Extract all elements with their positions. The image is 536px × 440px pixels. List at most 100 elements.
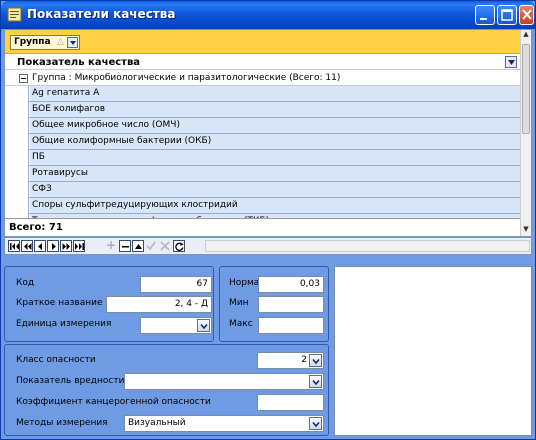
total-count: Всего: 71 — [9, 222, 63, 233]
table-row[interactable]: Общее микробное число (ОМЧ) — [5, 118, 521, 134]
delete-button[interactable] — [119, 240, 131, 252]
unit-select[interactable] — [140, 317, 212, 334]
row-cell: Ротавирусы — [30, 166, 521, 181]
hazard-class-value: 2 — [301, 355, 307, 365]
table-row[interactable]: СФЗ — [5, 182, 521, 198]
table-row[interactable]: Общие колиформные бактерии (ОКБ) — [5, 134, 521, 150]
close-button[interactable] — [519, 5, 534, 25]
hazard-class-select[interactable]: 2 — [257, 352, 324, 369]
grid-footer: Всего: 71 — [5, 218, 521, 236]
methods-value: Визуальный — [128, 418, 186, 428]
hazard-class-label: Класс опасности — [16, 355, 96, 365]
first-page-button[interactable] — [8, 240, 20, 252]
unit-label: Единица измерения — [16, 319, 112, 329]
next-record-icon — [52, 243, 56, 250]
collapse-icon[interactable] — [19, 74, 28, 83]
app-icon — [7, 7, 22, 22]
next-record-button[interactable] — [47, 240, 59, 252]
group-button-label: Группа — [14, 37, 51, 47]
chevron-down-icon[interactable] — [309, 375, 322, 388]
min-label: Мин — [229, 298, 249, 308]
group-row[interactable]: Группа : Микробиологические и паразитоло… — [5, 71, 521, 86]
limits-panel: Норма 0,03 Мин Макс — [219, 266, 329, 342]
min-field[interactable] — [258, 296, 324, 313]
prev-record-icon — [38, 243, 42, 250]
last-page-icon — [75, 243, 84, 250]
methods-select[interactable]: Визуальный — [124, 415, 324, 432]
column-header-label: Показатель качества — [17, 57, 141, 68]
quality-grid: Группа △ Показатель качества Группа : Ми… — [4, 29, 532, 237]
check-icon — [146, 241, 156, 251]
general-panel: Код 67 Краткое название 2, 4 - Д Единица… — [4, 266, 214, 342]
harm-indicator-label: Показатель вредности — [16, 376, 125, 386]
column-header[interactable]: Показатель качества — [5, 55, 521, 70]
refresh-icon — [175, 242, 184, 251]
close-icon — [522, 9, 532, 20]
minimize-button[interactable] — [475, 5, 495, 25]
short-name-field[interactable]: 2, 4 - Д — [106, 296, 212, 313]
vertical-scrollbar[interactable]: ▲ ▼ — [520, 30, 531, 236]
scroll-up-icon[interactable]: ▲ — [521, 30, 531, 41]
methods-label: Методы измерения — [16, 418, 108, 428]
group-row-label: Группа : Микробиологические и паразитоло… — [32, 73, 341, 83]
window-title: Показатели качества — [27, 7, 176, 21]
grid-rows: Ag гепатита А БОЕ колифагов Общее микроб… — [5, 86, 521, 230]
window: Показатели качества Группа △ Показатель … — [0, 0, 536, 440]
next-page-icon — [62, 243, 70, 250]
minimize-icon — [480, 18, 487, 20]
short-name-label: Краткое название — [16, 298, 103, 308]
next-page-button[interactable] — [60, 240, 72, 252]
carcinogenic-coef-field[interactable] — [257, 394, 324, 411]
horizontal-scrollbar[interactable] — [205, 240, 530, 252]
table-row[interactable]: Ag гепатита А — [5, 86, 521, 102]
insert-icon[interactable]: + — [106, 238, 116, 252]
chevron-down-icon[interactable] — [309, 417, 322, 430]
row-cell: ПБ — [30, 150, 521, 165]
code-label: Код — [16, 278, 35, 288]
scroll-down-icon[interactable]: ▼ — [521, 225, 531, 236]
maximize-button[interactable] — [497, 5, 517, 25]
minus-icon — [122, 246, 129, 248]
table-row[interactable]: ПБ — [5, 150, 521, 166]
norm-field[interactable]: 0,03 — [258, 276, 324, 293]
max-field[interactable] — [258, 317, 324, 334]
cancel-button[interactable] — [159, 240, 171, 252]
chevron-down-icon[interactable] — [505, 56, 517, 68]
last-page-button[interactable] — [73, 240, 85, 252]
chevron-down-icon[interactable] — [67, 37, 78, 48]
prev-page-icon — [24, 243, 32, 250]
group-panel: Группа △ — [5, 30, 521, 54]
close-icon — [160, 241, 170, 251]
max-label: Макс — [229, 319, 253, 329]
table-row[interactable]: БОЕ колифагов — [5, 102, 521, 118]
carcinogenic-coef-label: Коэффициент канцерогенной опасности — [16, 397, 211, 407]
row-cell: Общие колиформные бактерии (ОКБ) — [30, 134, 521, 149]
refresh-button[interactable] — [173, 240, 185, 252]
first-page-icon — [10, 243, 19, 250]
row-cell: Ag гепатита А — [30, 86, 521, 101]
norm-label: Норма — [229, 278, 260, 288]
prev-page-button[interactable] — [21, 240, 33, 252]
post-button[interactable] — [145, 240, 157, 252]
hazard-panel: Класс опасности 2 Показатель вредности К… — [4, 344, 329, 436]
edit-button[interactable] — [132, 240, 144, 252]
row-cell: Споры сульфитредуцирующих клостридий — [30, 198, 521, 213]
row-cell: БОЕ колифагов — [30, 102, 521, 117]
notes-memo[interactable] — [334, 266, 532, 436]
record-navigator: + — [4, 237, 532, 255]
triangle-up-icon — [135, 244, 142, 249]
sort-icon: △ — [57, 37, 64, 47]
harm-indicator-select[interactable] — [124, 373, 324, 390]
maximize-icon — [501, 9, 513, 21]
chevron-down-icon[interactable] — [309, 354, 322, 367]
row-cell: Общее микробное число (ОМЧ) — [30, 118, 521, 133]
table-row[interactable]: Ротавирусы — [5, 166, 521, 182]
code-field[interactable]: 67 — [140, 276, 212, 293]
titlebar[interactable]: Показатели качества — [1, 1, 535, 29]
group-column-button[interactable]: Группа △ — [10, 35, 80, 50]
prev-record-button[interactable] — [34, 240, 46, 252]
table-row[interactable]: Споры сульфитредуцирующих клостридий — [5, 198, 521, 214]
scroll-thumb[interactable] — [522, 44, 530, 134]
chevron-down-icon[interactable] — [197, 319, 210, 332]
row-cell: СФЗ — [30, 182, 521, 197]
